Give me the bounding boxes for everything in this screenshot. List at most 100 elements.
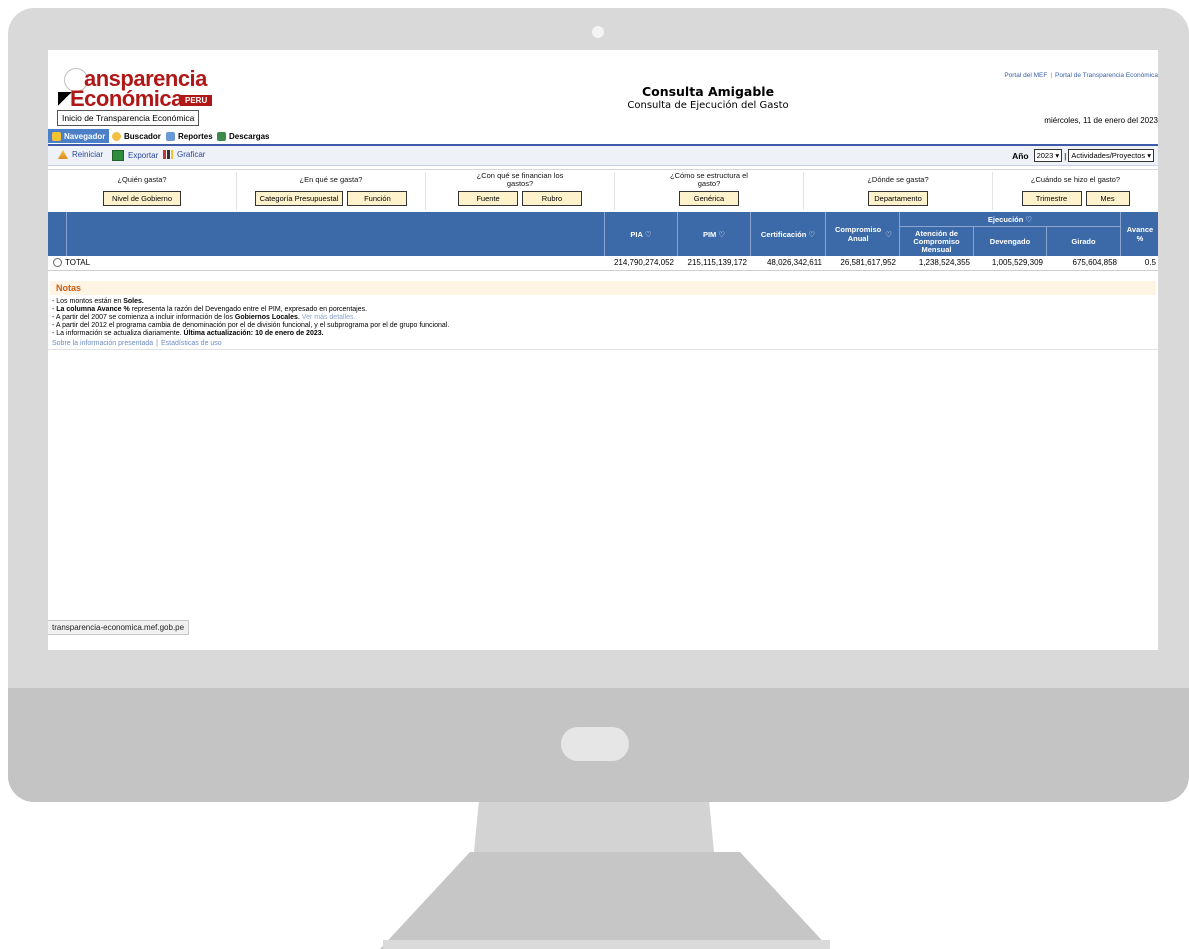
- tab-descargas[interactable]: Descargas: [217, 129, 269, 143]
- ver-mas-detalles-link[interactable]: Ver más detalles.: [302, 314, 356, 321]
- total-cell[interactable]: TOTAL: [53, 258, 91, 268]
- certificacion-header[interactable]: Certificación ♡: [750, 212, 825, 256]
- graficar-button[interactable]: Graficar: [163, 150, 205, 159]
- note-line: - A partir del 2007 se comienza a inclui…: [52, 314, 1154, 322]
- table-header: PIA ♡ PIM ♡ Certificación ♡ Compromiso Anua…: [48, 212, 1158, 256]
- tab-navegador-label: Navegador: [64, 131, 106, 141]
- avance-header[interactable]: Avance %: [1120, 212, 1158, 256]
- pim-cell: 215,115,139,172: [687, 258, 747, 267]
- ejecucion-header-label: Ejecución: [987, 214, 1024, 224]
- monitor-stand-base: [383, 940, 830, 949]
- row-radio-icon[interactable]: [53, 258, 62, 268]
- current-date: miércoles, 11 de enero del 2023: [1044, 116, 1158, 125]
- page-heading: Consulta Amigable Consulta de Ejecución …: [608, 84, 808, 111]
- total-label: TOTAL: [65, 258, 91, 267]
- certificacion-cell: 48,026,342,611: [766, 258, 822, 267]
- top-links: Portal del MEF | Portal de Transparencia E…: [1004, 72, 1158, 79]
- year-selector-area: Año 2023 ▾ | Actividades/Proyectos ▾: [1012, 149, 1156, 162]
- question-bar: ¿Quién gasta? Nivel de Gobierno ¿En qué …: [48, 169, 1158, 213]
- question-label: ¿En qué se gasta?: [299, 175, 363, 184]
- logo-text-line2: Económica: [70, 86, 183, 111]
- download-icon: [217, 131, 226, 141]
- reiniciar-label: Reiniciar: [72, 150, 104, 159]
- note-text: - A partir del 2007 se comienza a inclui…: [52, 314, 235, 321]
- portal-mef-link[interactable]: Portal del MEF: [1004, 72, 1047, 79]
- pia-cell: 214,790,274,052: [613, 258, 674, 267]
- question-con-que: ¿Con qué se financian los gastos? Fuente…: [426, 172, 615, 210]
- note-bold: Gobiernos Locales: [234, 314, 298, 321]
- question-como: ¿Cómo se estructura el gasto? Genérica: [615, 172, 804, 210]
- compromiso-header-label: Compromiso Anual: [834, 225, 882, 243]
- atencion-cell: 1,238,524,355: [918, 258, 970, 267]
- tab-reportes[interactable]: Reportes: [166, 129, 213, 143]
- graficar-label: Graficar: [177, 150, 206, 159]
- page-subtitle: Consulta de Ejecución del Gasto: [627, 100, 789, 111]
- mes-button[interactable]: Mes: [1085, 191, 1130, 206]
- girado-header-label: Girado: [1071, 237, 1096, 246]
- info-icon: ♡: [644, 229, 652, 239]
- sobre-informacion-link[interactable]: Sobre la información presentada: [52, 340, 153, 347]
- question-en-que: ¿En qué se gasta? Categoría Presupuestal…: [237, 172, 426, 210]
- excel-icon: [112, 150, 124, 161]
- table-row[interactable]: TOTAL 214,790,274,052 215,115,139,172 48…: [48, 256, 1158, 271]
- navigator-icon: [52, 131, 61, 141]
- note-bold: La columna Avance %: [56, 306, 130, 313]
- question-label: ¿Dónde se gasta?: [867, 175, 929, 184]
- info-icon: ♡: [885, 229, 892, 239]
- year-label: Año: [1012, 150, 1029, 161]
- nivel-gobierno-button[interactable]: Nivel de Gobierno: [103, 191, 181, 206]
- year-select[interactable]: 2023 ▾: [1033, 149, 1063, 162]
- portal-transparencia-link[interactable]: Portal de Transparencia Económica: [1055, 72, 1158, 79]
- reset-icon: [58, 150, 68, 159]
- action-toolbar: Reiniciar Exportar Graficar Año 2023 ▾ |…: [48, 146, 1158, 166]
- girado-cell: 675,604,858: [1072, 258, 1118, 267]
- compromiso-cell: 26,581,617,952: [840, 258, 896, 267]
- pia-header[interactable]: PIA ♡: [604, 212, 677, 256]
- view-select[interactable]: Actividades/Proyectos ▾: [1068, 149, 1154, 162]
- pim-header[interactable]: PIM ♡: [677, 212, 750, 256]
- generica-button[interactable]: Genérica: [679, 191, 739, 206]
- footer-link-separator: |: [156, 340, 158, 347]
- girado-header[interactable]: Girado: [1046, 227, 1120, 256]
- question-label: ¿Con qué se financian los gastos?: [476, 171, 564, 188]
- tab-buscador[interactable]: Buscador: [112, 129, 161, 143]
- avance-cell: 0.5: [1144, 258, 1156, 267]
- devengado-header[interactable]: Devengado: [973, 227, 1046, 256]
- main-tabs: Navegador Buscador Reportes Descargas: [48, 128, 1158, 146]
- note-line: - A partir del 2012 el programa cambia d…: [52, 322, 1154, 330]
- selector-separator: |: [1064, 150, 1067, 161]
- rubro-button[interactable]: Rubro: [522, 191, 582, 206]
- tab-buscador-label: Buscador: [124, 131, 161, 141]
- browser-status-bar: transparencia-economica.mef.gob.pe: [48, 620, 190, 635]
- compromiso-header[interactable]: Compromiso Anual ♡: [825, 212, 899, 256]
- logo-badge: PERU: [180, 95, 213, 106]
- devengado-header-label: Devengado: [989, 237, 1031, 246]
- atencion-header[interactable]: Atención de Compromiso Mensual: [899, 227, 973, 256]
- note-text: - Los montos están en: [52, 298, 124, 305]
- categoria-presupuestal-button[interactable]: Categoría Presupuestal: [254, 191, 344, 206]
- exportar-button[interactable]: Exportar: [112, 150, 158, 161]
- reiniciar-button[interactable]: Reiniciar: [58, 150, 103, 159]
- info-icon: ♡: [1025, 214, 1033, 224]
- ejecucion-header[interactable]: Ejecución ♡: [899, 212, 1120, 227]
- site-logo[interactable]: ansparencia Económica PERU: [56, 64, 226, 111]
- chart-icon: [163, 150, 173, 159]
- tab-navegador[interactable]: Navegador: [48, 129, 110, 143]
- fuente-button[interactable]: Fuente: [458, 191, 518, 206]
- notes-title: Notas: [50, 281, 1156, 295]
- trimestre-button[interactable]: Trimestre: [1021, 191, 1082, 206]
- estadisticas-link[interactable]: Estadísticas de uso: [161, 340, 222, 347]
- tab-reportes-label: Reportes: [178, 131, 213, 141]
- funcion-button[interactable]: Función: [347, 191, 408, 206]
- departamento-button[interactable]: Departamento: [868, 191, 928, 206]
- pia-header-label: PIA: [630, 229, 643, 239]
- question-quien: ¿Quién gasta? Nivel de Gobierno: [48, 172, 237, 210]
- question-label: ¿Cuándo se hizo el gasto?: [1030, 175, 1121, 184]
- page-title: Consulta Amigable: [641, 84, 775, 99]
- exportar-label: Exportar: [128, 151, 159, 160]
- top-link-separator: |: [1050, 72, 1053, 79]
- note-line: - La columna Avance % representa la razó…: [52, 306, 1154, 314]
- monitor-neck: [474, 802, 714, 852]
- note-line: - La información se actualiza diariament…: [52, 330, 1154, 338]
- question-cuando: ¿Cuándo se hizo el gasto? Trimestre Mes: [993, 172, 1158, 210]
